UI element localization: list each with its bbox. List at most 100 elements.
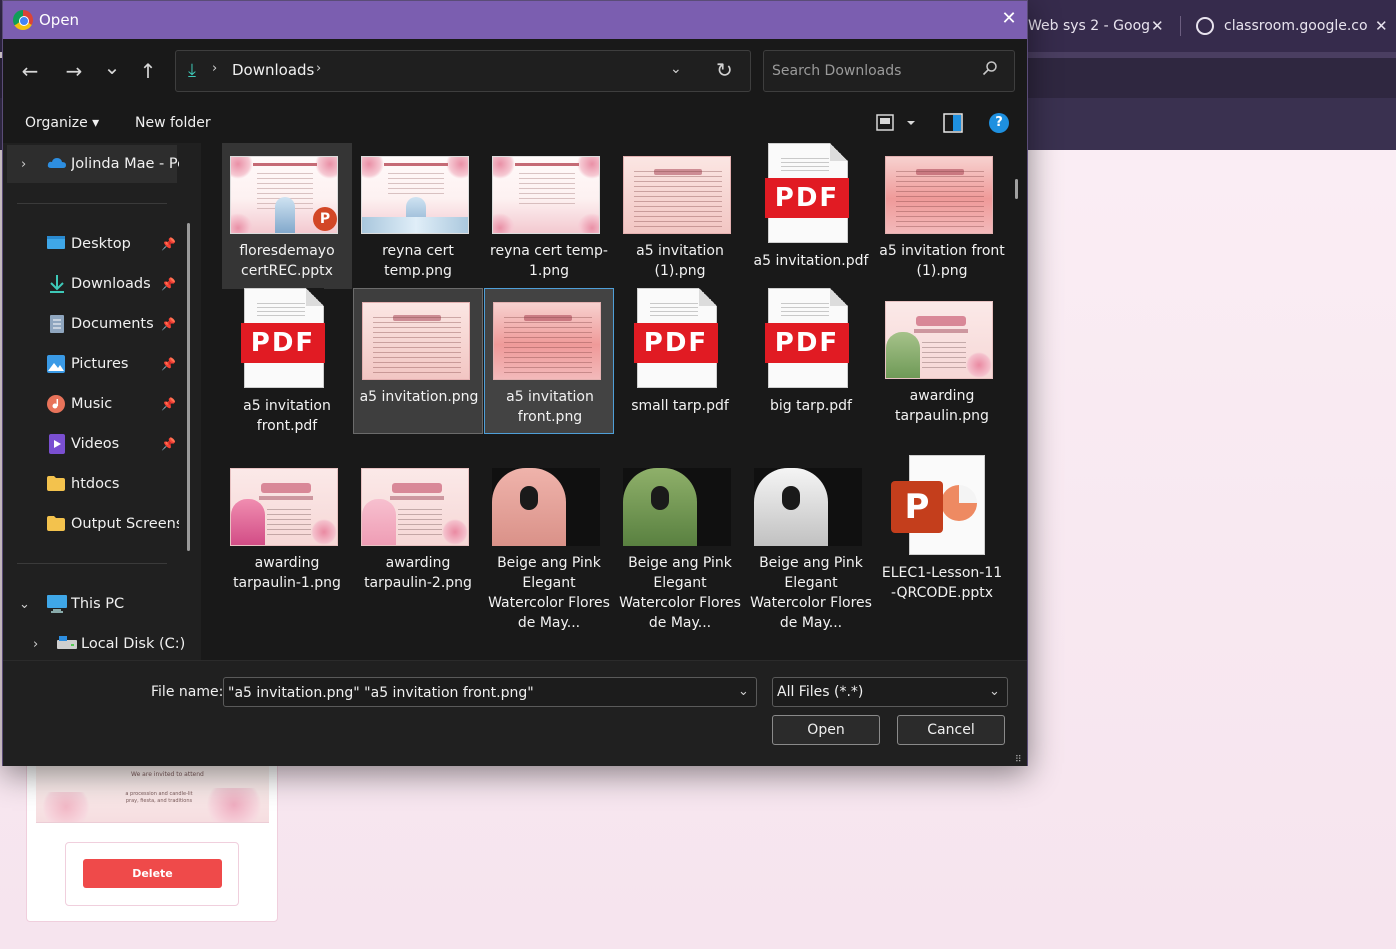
file-name-combobox[interactable]: ⌄ [223,677,757,707]
file-item[interactable]: a5 invitation.png [353,288,483,434]
chevron-down-icon[interactable]: ⌄ [738,684,749,699]
chevron-right-icon[interactable]: › [33,637,38,652]
sidebar-item-onedrive[interactable]: › Jolinda Mae - Pe [3,147,183,181]
desktop-icon [47,235,65,253]
chevron-right-icon[interactable]: › [21,157,26,172]
recent-locations-chevron-icon[interactable]: ⌄ [99,55,125,79]
sidebar-item-local-disk[interactable]: › Local Disk (C:) [3,627,185,660]
open-file-dialog: Open ✕ ← → ⌄ ↑ ⤓ › Downloads › ⌄ ↻ Organ… [2,0,1028,766]
file-item[interactable]: reyna cert temp-1.png [484,143,614,289]
sidebar-item-pictures[interactable]: Pictures 📌 [3,347,183,381]
file-name-input[interactable] [228,683,728,703]
invitation-thumbnail [493,302,601,380]
file-item[interactable]: Pfloresdemayo certREC.pptx [222,143,352,289]
resize-grip-icon[interactable]: ⠿ [1015,755,1022,765]
navigation-bar: ← → ⌄ ↑ ⤓ › Downloads › ⌄ ↻ [3,39,1027,103]
file-item[interactable]: awarding tarpaulin.png [877,288,1007,434]
music-icon [47,395,65,413]
browser-tab-classroom[interactable]: classroom.google.co ✕ [1192,10,1396,42]
tab-separator [1180,16,1181,36]
help-icon[interactable]: ? [989,113,1009,133]
close-tab-icon[interactable]: ✕ [1375,17,1388,35]
sidebar-item-htdocs[interactable]: htdocs [3,467,183,501]
navigation-pane: › Jolinda Mae - Pe Desktop 📌 Downloads 📌 [3,143,201,660]
file-name-label: awarding tarpaulin-1.png [233,555,341,591]
chevron-down-icon[interactable]: ⌄ [19,597,30,612]
file-item[interactable]: a5 invitation front (1).png [877,143,1007,289]
pictures-icon [47,355,65,373]
chrome-icon [13,10,33,30]
navpane-scrollbar[interactable] [187,223,190,551]
file-item[interactable]: P ELEC1-Lesson-11 -QRCODE.pptx [877,455,1007,655]
divider [17,563,167,564]
search-icon[interactable] [982,60,998,81]
pdf-file-icon: PDF [615,288,739,392]
browser-tab-web-sys[interactable]: Web sys 2 - Goog ✕ [1028,10,1168,42]
pdf-label: PDF [765,323,849,363]
close-tab-icon[interactable]: ✕ [1151,17,1164,35]
breadcrumb-separator[interactable]: › [212,61,217,76]
file-name-label: floresdemayo certREC.pptx [239,243,335,279]
breadcrumb-separator[interactable]: › [316,61,321,76]
certificate-thumbnail [361,156,469,234]
sidebar-item-output-screenshots[interactable]: Output Screenshots [3,507,183,541]
sidebar-item-label: Jolinda Mae - Pe [71,156,179,172]
breadcrumb-downloads[interactable]: Downloads [232,61,314,79]
file-type-select[interactable]: All Files (*.*) ⌄ [772,677,1008,707]
sidebar-item-videos[interactable]: Videos 📌 [3,427,183,461]
open-button[interactable]: Open [772,715,880,745]
powerpoint-letter: P [891,481,943,533]
file-grid-scrollbar[interactable] [1015,179,1018,199]
sidebar-item-desktop[interactable]: Desktop 📌 [3,227,183,261]
close-icon[interactable]: ✕ [997,8,1021,29]
file-item[interactable]: Beige ang Pink Elegant Watercolor Flores… [746,455,876,655]
file-name-label: a5 invitation.png [359,389,479,405]
sidebar-item-downloads[interactable]: Downloads 📌 [3,267,183,301]
file-item[interactable]: PDF big tarp.pdf [746,288,876,434]
file-item[interactable]: Beige ang Pink Elegant Watercolor Flores… [615,455,745,655]
dialog-title: Open [39,11,80,29]
pdf-icon: PDF [765,288,849,388]
pdf-icon: PDF [765,143,849,243]
forward-arrow-icon[interactable]: → [61,59,87,83]
file-item[interactable]: awarding tarpaulin-1.png [222,455,352,655]
file-name-label: a5 invitation front.png [506,389,594,425]
chevron-down-icon[interactable]: ⌄ [989,684,1000,699]
pin-icon: 📌 [161,357,176,371]
file-grid: Pfloresdemayo certREC.pptx reyna cert tem… [201,143,1027,660]
file-item[interactable]: PDF a5 invitation front.pdf [222,288,352,434]
file-item[interactable]: reyna cert temp.png [353,143,483,289]
sidebar-item-music[interactable]: Music 📌 [3,387,183,421]
file-item[interactable]: PDF a5 invitation.pdf [746,143,876,289]
refresh-icon[interactable]: ↻ [716,58,733,82]
file-name-label: big tarp.pdf [770,398,852,414]
address-dropdown-chevron-icon[interactable]: ⌄ [670,61,682,77]
search-box[interactable] [763,50,1015,92]
file-item[interactable]: Beige ang Pink Elegant Watercolor Flores… [484,455,614,655]
preview-pane-icon[interactable] [943,113,963,137]
up-arrow-icon[interactable]: ↑ [135,59,161,83]
divider [17,203,167,204]
download-icon: ⤓ [188,60,196,81]
sidebar-item-label: Music [71,396,113,412]
preview-text: We are invited to attend [131,771,204,778]
file-name-label: ELEC1-Lesson-11 -QRCODE.pptx [881,565,1003,601]
organize-menu-button[interactable]: Organize ▾ [25,115,99,131]
file-name-label: Beige ang Pink Elegant Watercolor Flores… [488,555,610,631]
view-options-icon[interactable] [875,113,917,137]
file-item[interactable]: awarding tarpaulin-2.png [353,455,483,655]
delete-button[interactable]: Delete [83,859,222,888]
sidebar-item-documents[interactable]: Documents 📌 [3,307,183,341]
dialog-titlebar[interactable]: Open ✕ [3,1,1027,39]
new-folder-button[interactable]: New folder [135,115,211,131]
file-item[interactable]: PDF small tarp.pdf [615,288,745,434]
file-item[interactable]: a5 invitation (1).png [615,143,745,289]
file-item[interactable]: a5 invitation front.png [484,288,614,434]
cancel-button[interactable]: Cancel [897,715,1005,745]
search-input[interactable] [772,61,972,81]
back-arrow-icon[interactable]: ← [17,59,43,83]
file-name-label: reyna cert temp.png [382,243,454,279]
sidebar-item-label: Desktop [71,236,131,252]
address-bar[interactable]: ⤓ › Downloads › ⌄ ↻ [175,50,751,92]
sidebar-item-this-pc[interactable]: ⌄ This PC [3,587,183,621]
